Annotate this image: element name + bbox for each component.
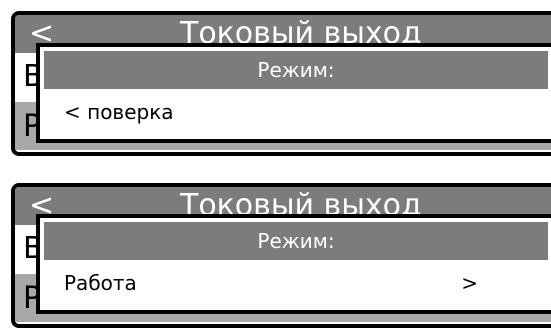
mode-value[interactable]: < поверка — [64, 97, 174, 127]
next-arrow-icon[interactable]: > — [461, 268, 478, 298]
mode-value[interactable]: Работа — [64, 268, 137, 298]
mode-popup-1[interactable]: Режим: < поверка — [36, 43, 551, 143]
popup-title: Режим: — [44, 51, 548, 89]
popup-title: Режим: — [44, 222, 548, 260]
mode-popup-2[interactable]: Режим: Работа > — [36, 214, 551, 314]
